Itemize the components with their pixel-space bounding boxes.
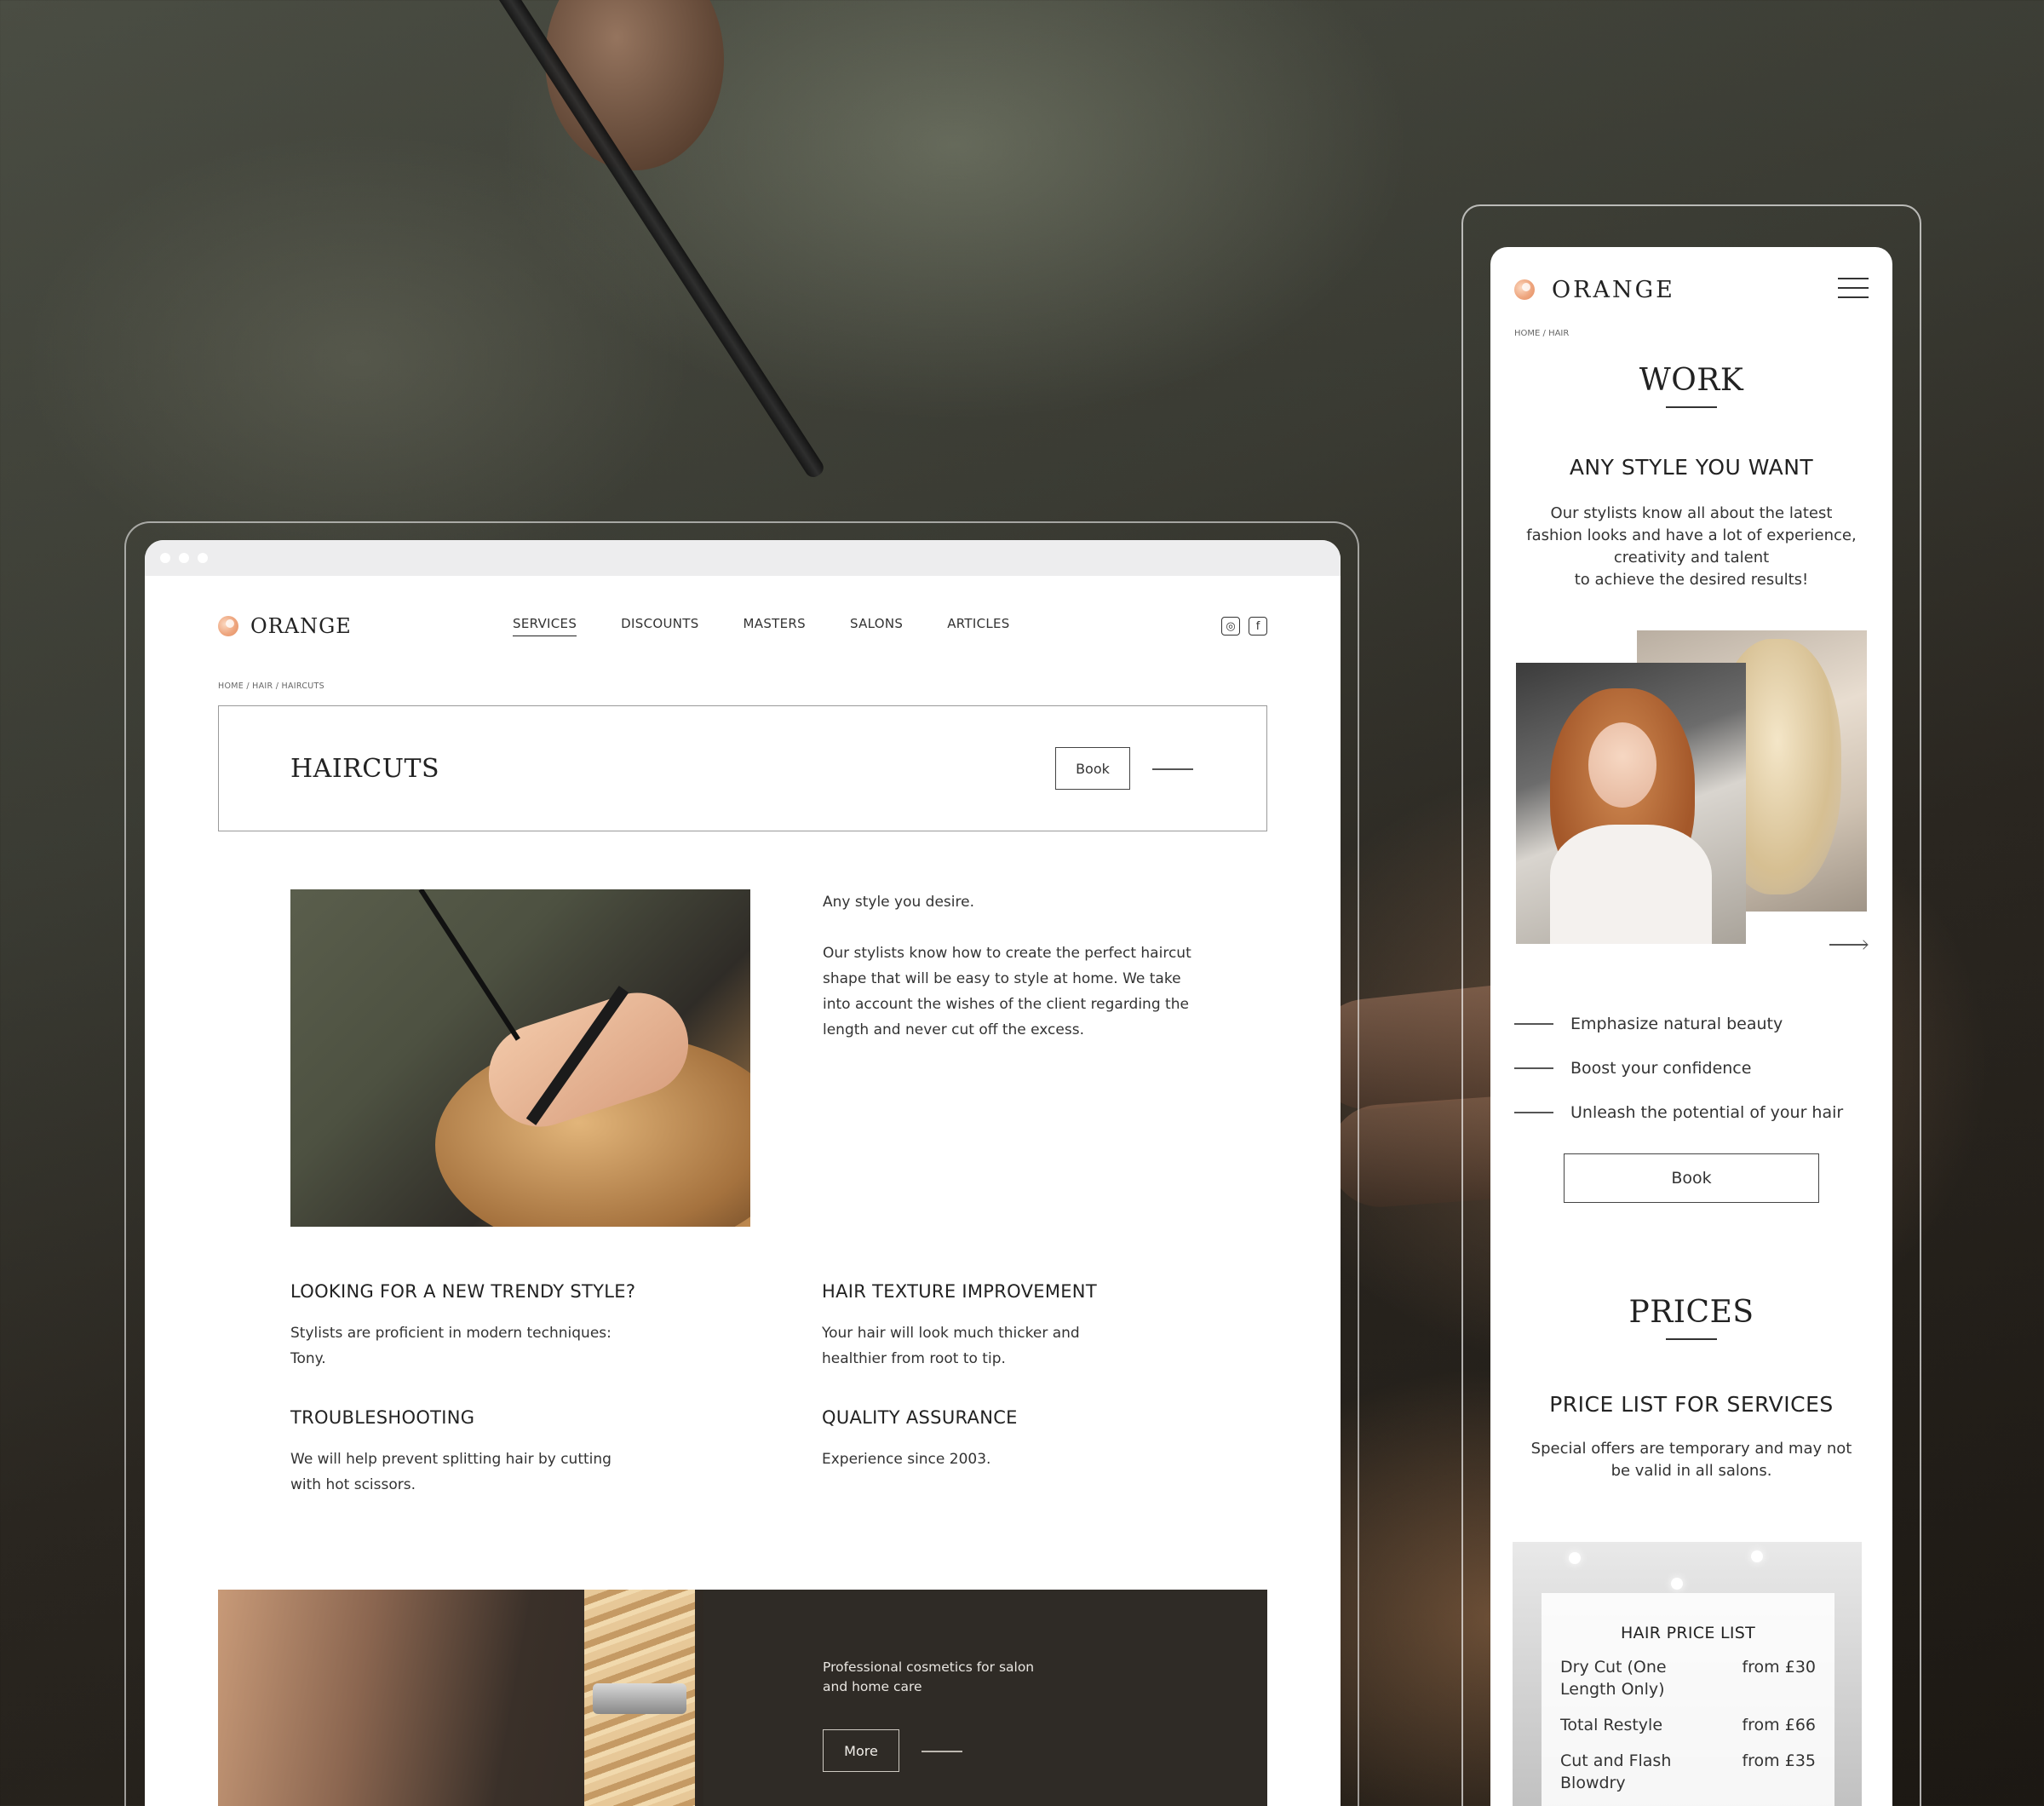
hamburger-menu-icon[interactable] — [1838, 278, 1869, 298]
browser-chrome — [145, 540, 1341, 576]
breadcrumb[interactable]: HOME / HAIR / HAIRCUTS — [218, 682, 324, 691]
feature-text: Your hair will look much thicker and hea… — [822, 1325, 1080, 1367]
service-name: Dry Cut (One Length Only) — [1560, 1658, 1667, 1699]
book-button[interactable]: Book — [1564, 1153, 1819, 1203]
work-text: Our stylists know all about the latest f… — [1526, 504, 1857, 567]
list-item: Unleash the potential of your hair — [1514, 1090, 1843, 1135]
gallery-photo — [1516, 663, 1746, 944]
prices-section-header: PRICES — [1490, 1295, 1892, 1340]
photo-lamp — [1751, 1550, 1763, 1562]
photo-lamp — [1569, 1552, 1581, 1564]
banner-text: Professional cosmetics for salon and hom… — [823, 1659, 1035, 1694]
prices-subtitle-wrap: PRICE LIST FOR SERVICES — [1490, 1392, 1892, 1417]
desktop-header: ORANGE SERVICES DISCOUNTS MASTERS SALONS… — [218, 605, 1267, 647]
work-section-header: WORK — [1490, 363, 1892, 408]
feature-text: Stylists are proficient in modern techni… — [290, 1325, 611, 1367]
benefit-text: Emphasize natural beauty — [1570, 1015, 1783, 1033]
cosmetics-banner: Professional cosmetics for salon and hom… — [218, 1590, 1267, 1806]
breadcrumb[interactable]: HOME / HAIR — [1514, 329, 1569, 338]
logo-icon — [218, 616, 238, 636]
photo-lamp — [1671, 1578, 1683, 1590]
window-dot[interactable] — [160, 553, 170, 563]
price-row: Dry Cut (One Length Only) from £30 — [1542, 1656, 1834, 1700]
work-text-wrap: Our stylists know all about the latest f… — [1490, 503, 1892, 591]
intro-lead: Any style you desire. — [823, 894, 974, 911]
logo[interactable]: ORANGE — [218, 614, 352, 638]
photo-shirt — [1550, 825, 1712, 944]
service-price: from £35 — [1742, 1751, 1816, 1770]
book-button[interactable]: Book — [1055, 747, 1130, 790]
price-list-card: HAIR PRICE LIST Dry Cut (One Length Only… — [1542, 1593, 1834, 1806]
feature-title: HAIR TEXTURE IMPROVEMENT — [822, 1281, 1097, 1302]
instagram-icon[interactable]: ◎ — [1221, 617, 1240, 636]
feature-item: TROUBLESHOOTING We will help prevent spl… — [290, 1407, 822, 1498]
benefit-text: Unleash the potential of your hair — [1570, 1103, 1844, 1122]
title-underline — [1666, 406, 1717, 408]
decorative-line — [1152, 768, 1193, 770]
prices-text: Special offers are temporary and may not… — [1530, 1440, 1852, 1480]
feature-text: Experience since 2003. — [822, 1451, 991, 1468]
work-subtitle-wrap: ANY STYLE YOU WANT — [1490, 455, 1892, 480]
window-dot[interactable] — [198, 553, 208, 563]
salon-photo: HAIR PRICE LIST Dry Cut (One Length Only… — [1513, 1542, 1862, 1806]
service-name: Cut and Flash Blowdry — [1560, 1751, 1672, 1792]
nav-item-articles[interactable]: ARTICLES — [947, 616, 1009, 636]
service-name: Total Restyle — [1560, 1716, 1663, 1734]
logo-text: ORANGE — [250, 614, 352, 638]
list-item: Emphasize natural beauty — [1514, 1002, 1843, 1046]
desktop-page: ORANGE SERVICES DISCOUNTS MASTERS SALONS… — [145, 540, 1341, 1806]
work-text: to achieve the desired results! — [1574, 571, 1809, 589]
intro-body: Our stylists know how to create the perf… — [823, 945, 1191, 1038]
social-links: ◎ f — [1221, 617, 1267, 636]
main-nav: SERVICES DISCOUNTS MASTERS SALONS ARTICL… — [513, 616, 1010, 636]
facebook-icon[interactable]: f — [1249, 617, 1267, 636]
nav-item-salons[interactable]: SALONS — [850, 616, 903, 636]
feature-item: HAIR TEXTURE IMPROVEMENT Your hair will … — [822, 1281, 1193, 1372]
feature-title: QUALITY ASSURANCE — [822, 1407, 1018, 1428]
intro-text: Any style you desire. Our stylists know … — [823, 889, 1197, 1068]
service-price: from £30 — [1742, 1658, 1816, 1677]
page-title: HAIRCUTS — [290, 754, 440, 784]
feature-title: LOOKING FOR A NEW TRENDY STYLE? — [290, 1281, 636, 1302]
arrow-right-icon[interactable] — [1829, 944, 1867, 946]
list-item: Boost your confidence — [1514, 1046, 1843, 1090]
section-title: PRICES — [1628, 1295, 1754, 1330]
nav-item-masters[interactable]: MASTERS — [744, 616, 806, 636]
more-button[interactable]: More — [823, 1729, 899, 1772]
photo-face — [1588, 722, 1656, 808]
photo-scissors — [418, 889, 520, 1041]
logo-text[interactable]: ORANGE — [1552, 277, 1675, 303]
benefits-list: Emphasize natural beauty Boost your conf… — [1514, 1002, 1843, 1135]
haircut-photo — [290, 889, 750, 1227]
section-subtitle: PRICE LIST FOR SERVICES — [1549, 1392, 1834, 1417]
feature-text: We will help prevent splitting hair by c… — [290, 1451, 611, 1493]
features-grid: LOOKING FOR A NEW TRENDY STYLE? Stylists… — [290, 1281, 1193, 1498]
section-title: WORK — [1639, 363, 1744, 398]
price-row: Cut and Flash Blowdry from £35 — [1542, 1750, 1834, 1794]
section-subtitle: ANY STYLE YOU WANT — [1569, 455, 1814, 480]
logo-icon[interactable] — [1514, 279, 1535, 300]
feature-item: QUALITY ASSURANCE Experience since 2003. — [822, 1407, 1193, 1498]
nav-item-services[interactable]: SERVICES — [513, 616, 577, 636]
decorative-line — [922, 1751, 962, 1752]
service-price: from £66 — [1742, 1716, 1816, 1734]
feature-item: LOOKING FOR A NEW TRENDY STYLE? Stylists… — [290, 1281, 822, 1372]
nav-item-discounts[interactable]: DISCOUNTS — [621, 616, 698, 636]
mobile-header: ORANGE — [1514, 273, 1869, 307]
price-row: Total Restyle from £66 — [1542, 1714, 1834, 1736]
window-dot[interactable] — [179, 553, 189, 563]
benefit-text: Boost your confidence — [1570, 1059, 1752, 1078]
prices-text-wrap: Special offers are temporary and may not… — [1490, 1438, 1892, 1482]
title-underline — [1666, 1338, 1717, 1340]
feature-title: TROUBLESHOOTING — [290, 1407, 475, 1428]
page-title-box: HAIRCUTS Book — [218, 705, 1267, 831]
banner-curling-iron — [593, 1683, 686, 1714]
mobile-page: ORANGE HOME / HAIR WORK ANY STYLE YOU WA… — [1490, 247, 1892, 1806]
price-list-title: HAIR PRICE LIST — [1620, 1624, 1756, 1642]
